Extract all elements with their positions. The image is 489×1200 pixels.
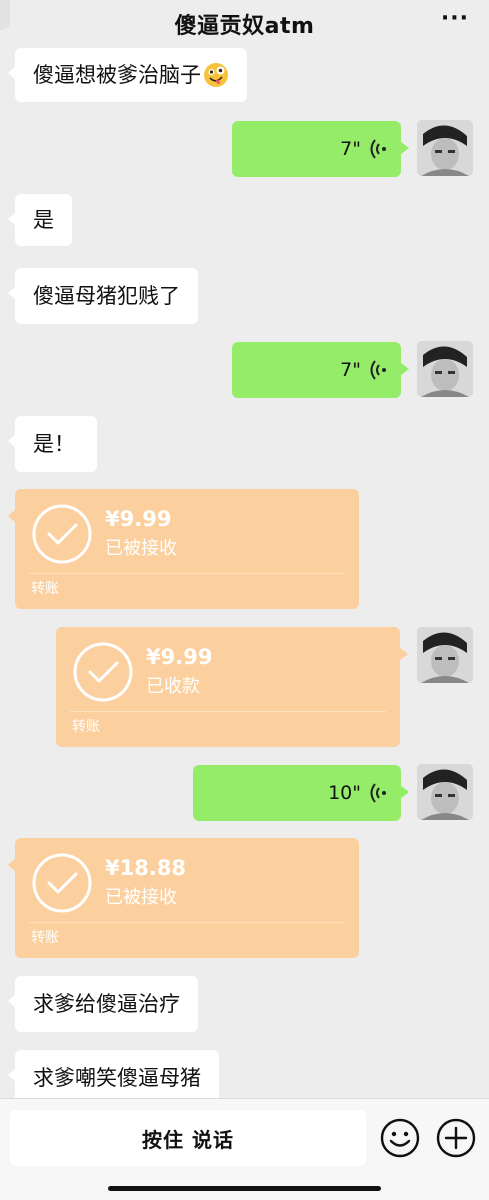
message-text: 求爹嘲笑傻逼母猪	[33, 1066, 201, 1090]
voice-wave-icon	[370, 360, 386, 380]
message-text: 傻逼母猪犯贱了	[33, 284, 180, 308]
transfer-card[interactable]: ¥9.99 已收款 转账	[56, 627, 408, 747]
home-indicator	[108, 1186, 381, 1191]
transfer-status: 已收款	[146, 676, 200, 697]
divider	[29, 573, 345, 574]
transfer-amount: ¥9.99	[105, 507, 172, 531]
transfer-card[interactable]: ¥18.88 已被接收 转账	[8, 838, 359, 958]
avatar[interactable]	[417, 764, 473, 820]
check-circle-icon	[32, 853, 92, 913]
divider	[29, 922, 345, 923]
zany-face-emoji-icon	[204, 63, 228, 87]
check-circle-icon	[32, 504, 92, 564]
message-bubble[interactable]: 傻逼想被爹治脑子	[8, 48, 247, 102]
avatar[interactable]	[417, 120, 473, 176]
transfer-label: 转账	[31, 581, 59, 597]
plus-circle-icon[interactable]	[435, 1117, 477, 1159]
message-text: 求爹给傻逼治疗	[33, 992, 180, 1016]
transfer-status: 已被接收	[105, 887, 177, 908]
divider	[70, 711, 386, 712]
message-text: 是	[33, 208, 54, 232]
voice-duration: 7"	[340, 359, 361, 381]
smiley-icon[interactable]	[379, 1117, 421, 1159]
input-bar: 按住 说话	[0, 1098, 489, 1200]
check-circle-icon	[73, 642, 133, 702]
message-text: 是！	[33, 432, 75, 456]
message-bubble[interactable]: 是！	[8, 416, 97, 472]
message-bubble[interactable]: 是	[8, 194, 72, 246]
chat-title: 傻逼贡奴atm	[174, 14, 315, 39]
voice-message[interactable]: 7"	[232, 342, 409, 398]
voice-duration: 7"	[340, 138, 361, 160]
voice-message[interactable]: 10"	[193, 765, 409, 821]
hold-to-talk-button[interactable]: 按住 说话	[10, 1110, 366, 1166]
transfer-label: 转账	[31, 930, 59, 946]
avatar[interactable]	[417, 341, 473, 397]
transfer-status: 已被接收	[105, 538, 177, 559]
chat-header: 傻逼贡奴atm ···	[0, 0, 489, 44]
message-bubble[interactable]: 求爹给傻逼治疗	[8, 976, 198, 1032]
more-dots-icon[interactable]: ···	[441, 6, 469, 31]
avatar[interactable]	[417, 627, 473, 683]
transfer-amount: ¥18.88	[105, 856, 187, 880]
transfer-label: 转账	[72, 719, 100, 735]
message-text: 傻逼想被爹治脑子	[33, 63, 201, 87]
transfer-amount: ¥9.99	[146, 645, 213, 669]
voice-wave-icon	[370, 783, 386, 803]
voice-message[interactable]: 7"	[232, 121, 409, 177]
voice-duration: 10"	[328, 782, 361, 804]
transfer-card[interactable]: ¥9.99 已被接收 转账	[8, 489, 359, 609]
voice-wave-icon	[370, 139, 386, 159]
message-bubble[interactable]: 傻逼母猪犯贱了	[8, 268, 198, 324]
